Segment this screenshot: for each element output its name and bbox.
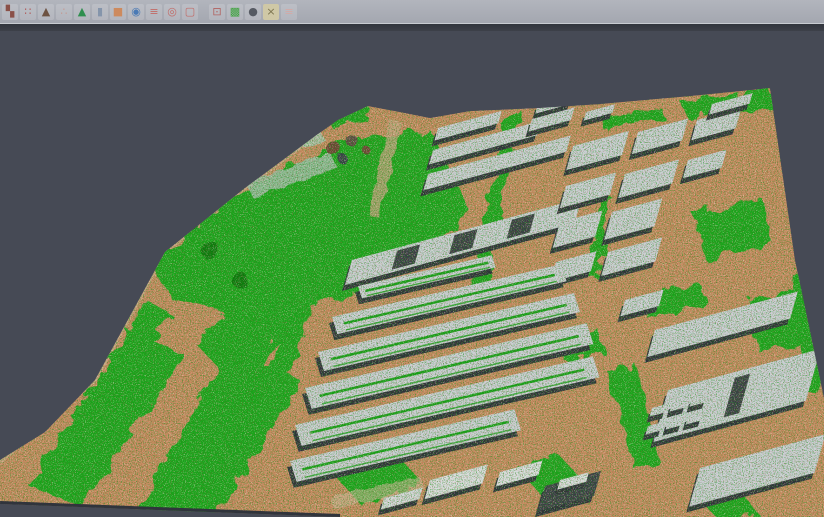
cross-tools-icon[interactable]: × [263,4,279,20]
red-block-icon[interactable]: ▚ [2,4,18,20]
terrain-mound-icon[interactable]: ▲ [38,4,54,20]
globe-icon[interactable]: ◉ [128,4,144,20]
point-cloud-viewport[interactable] [0,0,824,517]
green-terrain-icon[interactable]: ▲ [74,4,90,20]
classification-map-icon[interactable]: ▩ [227,4,243,20]
app-window: ▚∷▲∴▲▮■◉≡◎▢⊡▩●×≡ [0,0,824,517]
dark-sphere-icon[interactable]: ● [245,4,261,20]
ruler-icon[interactable]: ▮ [92,4,108,20]
toolbar-shadow-strip [0,24,824,31]
toolbar: ▚∷▲∴▲▮■◉≡◎▢⊡▩●×≡ [0,0,824,24]
faded-points-icon[interactable]: ∴ [56,4,72,20]
snapshot-frame-icon[interactable]: ⊡ [209,4,225,20]
point-pair-icon[interactable]: ∷ [20,4,36,20]
disabled-list-icon[interactable]: ≡ [281,4,297,20]
orange-tile-icon[interactable]: ■ [110,4,126,20]
red-list-icon[interactable]: ≡ [146,4,162,20]
crop-frame-icon[interactable]: ▢ [182,4,198,20]
red-gear-icon[interactable]: ◎ [164,4,180,20]
